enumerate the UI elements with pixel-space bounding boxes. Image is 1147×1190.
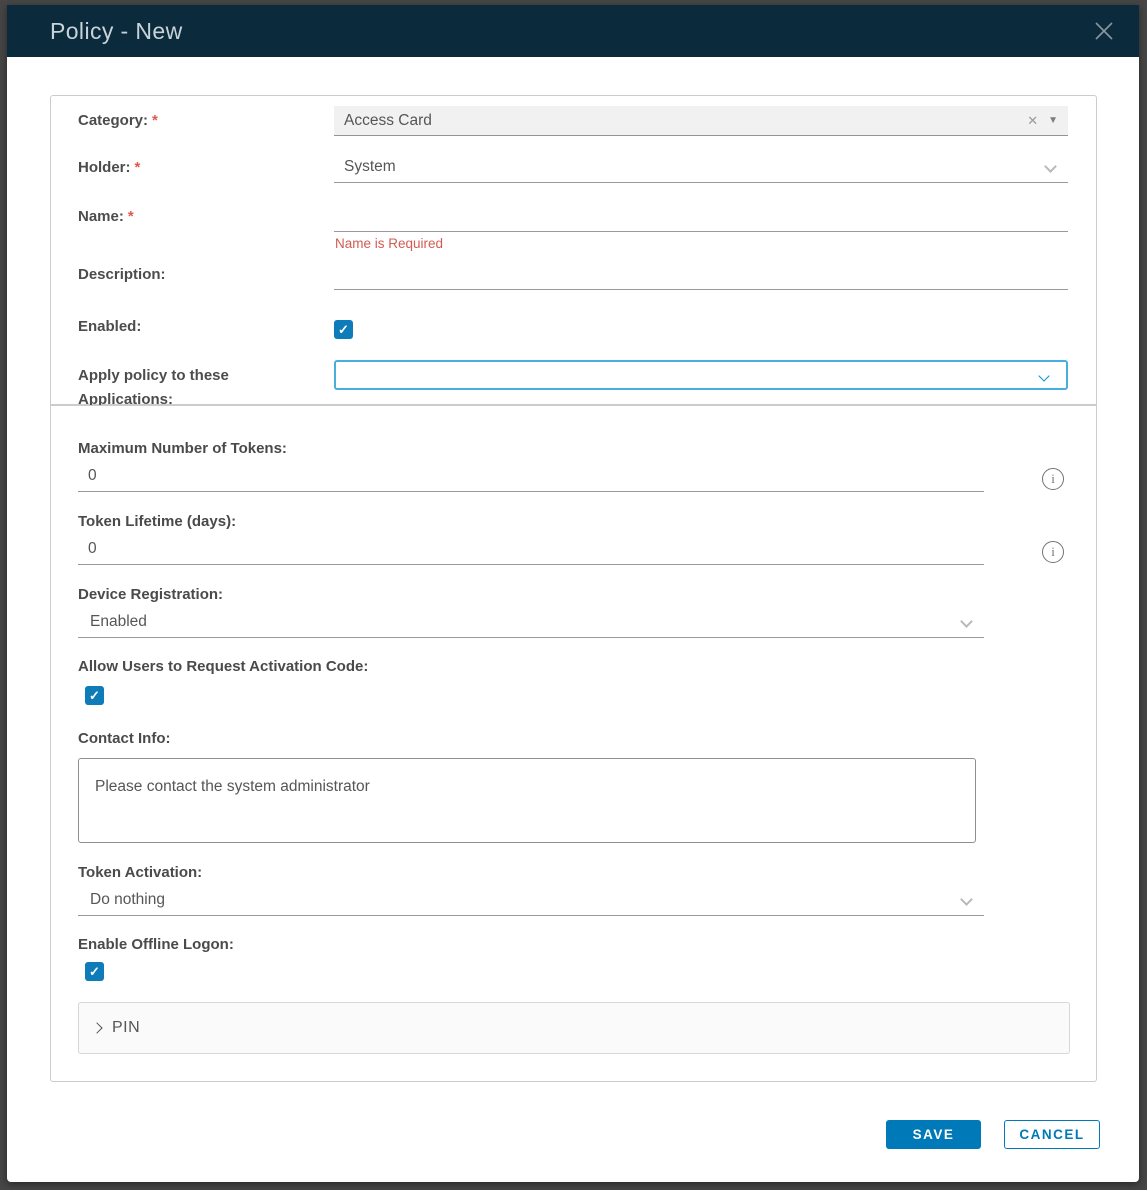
dialog-title: Policy - New (50, 18, 183, 45)
offline-logon-checkbox[interactable]: ✓ (85, 962, 104, 981)
required-asterisk: * (128, 208, 134, 225)
apply-policy-select[interactable] (334, 360, 1068, 390)
allow-activation-label: Allow Users to Request Activation Code: (78, 658, 1068, 680)
caret-down-icon[interactable]: ▼ (1048, 115, 1058, 126)
dialog-header: Policy - New (7, 5, 1139, 57)
cancel-button[interactable]: CANCEL (1004, 1120, 1100, 1149)
pin-section-toggle[interactable]: PIN (78, 1002, 1070, 1054)
check-icon: ✓ (89, 688, 100, 704)
enabled-row: Enabled: ✓ (78, 315, 1068, 343)
holder-value[interactable]: System (334, 153, 1068, 183)
required-asterisk: * (152, 112, 158, 129)
name-input[interactable] (334, 202, 1068, 232)
check-icon: ✓ (89, 964, 100, 980)
chevron-down-icon (1038, 370, 1049, 381)
device-registration-value[interactable]: Enabled (78, 608, 984, 638)
device-registration-select[interactable]: Enabled (78, 608, 984, 638)
category-row: Category:* Access Card ✕ ▼ (78, 106, 1068, 136)
category-select[interactable]: Access Card ✕ ▼ (334, 106, 1068, 136)
allow-activation-checkbox[interactable]: ✓ (85, 686, 104, 705)
token-lifetime-label: Token Lifetime (days): (78, 513, 1068, 535)
general-settings-panel: Category:* Access Card ✕ ▼ Holder:* Syst… (50, 95, 1097, 405)
description-input[interactable] (334, 260, 1068, 290)
enabled-label: Enabled: (78, 315, 334, 339)
info-icon[interactable]: i (1042, 468, 1064, 490)
info-icon[interactable]: i (1042, 541, 1064, 563)
contact-info-label: Contact Info: (78, 730, 1068, 752)
pin-section-label: PIN (112, 1019, 140, 1037)
offline-logon-label: Enable Offline Logon: (78, 936, 1068, 958)
description-label: Description: (78, 260, 334, 290)
description-row: Description: (78, 260, 1068, 290)
max-tokens-label: Maximum Number of Tokens: (78, 440, 1068, 462)
clear-icon[interactable]: ✕ (1017, 113, 1048, 129)
name-error: Name is Required (334, 232, 1068, 252)
save-button[interactable]: SAVE (886, 1120, 981, 1149)
close-icon[interactable] (1091, 18, 1117, 44)
max-tokens-input[interactable] (78, 462, 984, 492)
holder-label: Holder:* (78, 153, 334, 183)
check-icon: ✓ (338, 322, 349, 338)
holder-row: Holder:* System (78, 153, 1068, 183)
enabled-checkbox[interactable]: ✓ (334, 320, 353, 339)
policy-dialog: Policy - New Category:* Access Card ✕ ▼ … (7, 5, 1139, 1182)
token-settings-panel: Maximum Number of Tokens: i Token Lifeti… (50, 405, 1097, 1082)
device-registration-label: Device Registration: (78, 586, 1068, 608)
chevron-right-icon (91, 1022, 102, 1033)
category-label: Category:* (78, 106, 334, 136)
dialog-footer: SAVE CANCEL (886, 1120, 1100, 1149)
category-value: Access Card (344, 112, 432, 130)
token-activation-label: Token Activation: (78, 864, 1068, 886)
required-asterisk: * (135, 159, 141, 176)
holder-select[interactable]: System (334, 153, 1068, 183)
contact-info-textarea[interactable]: Please contact the system administrator (78, 758, 976, 843)
name-row: Name:* Name is Required (78, 202, 1068, 252)
token-activation-value[interactable]: Do nothing (78, 886, 984, 916)
token-lifetime-input[interactable] (78, 535, 984, 565)
token-activation-select[interactable]: Do nothing (78, 886, 984, 916)
name-label: Name:* (78, 202, 334, 232)
